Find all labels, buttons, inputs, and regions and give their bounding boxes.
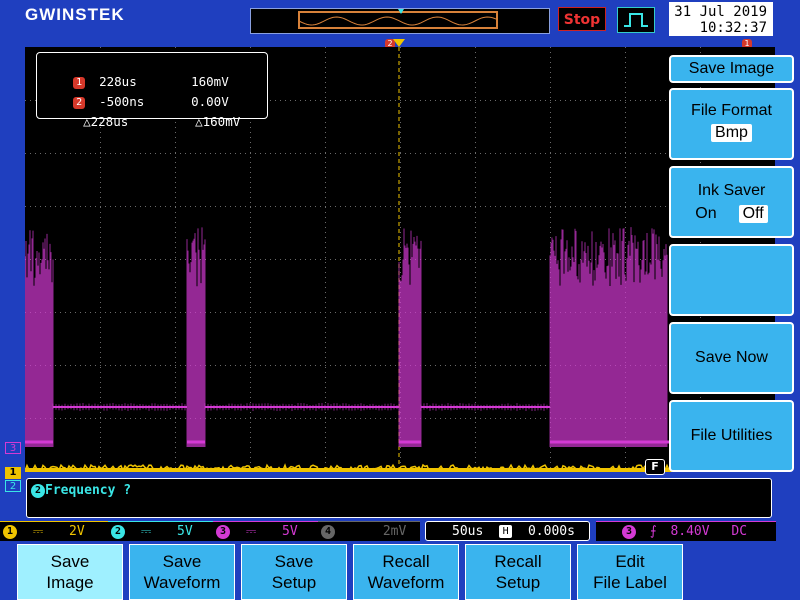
file-utilities-button[interactable]: File Utilities [669, 400, 794, 472]
save-waveform-label-line1: Save [130, 551, 234, 572]
ch2-info[interactable]: 2 ⎓ 5V [108, 521, 213, 541]
save-waveform-label-line2: Waveform [130, 572, 234, 593]
edit-file-label-label-line2: File Label [578, 572, 682, 593]
timebase-info[interactable]: 50us H 0.000s [425, 521, 590, 541]
ch3-info[interactable]: 3 ⎓ 5V [213, 521, 318, 541]
recall-waveform-softkey[interactable]: Recall Waveform [353, 544, 459, 600]
ch3-trace [25, 227, 775, 447]
brand-logo: GWINSTEK [25, 5, 125, 25]
ch4-scale: 2mV [383, 524, 406, 539]
recall-waveform-label-line1: Recall [354, 551, 458, 572]
cursor-delta-row: △228us △160mV [43, 95, 240, 113]
timebase-scale: 50us [452, 524, 483, 539]
ch2-ground-marker[interactable]: 2 [5, 480, 21, 492]
ch3-scale: 5V [282, 524, 298, 539]
frequency-channel-badge: 2 [31, 484, 45, 498]
side-menu-empty-slot [669, 244, 794, 316]
file-format-button[interactable]: File Format Bmp [669, 88, 794, 160]
trigger-level: 8.40V [670, 524, 709, 539]
clock-date: 31 Jul 2019 [669, 2, 767, 20]
horizontal-icon: H [499, 525, 512, 538]
file-format-value: Bmp [711, 124, 752, 142]
cursor-row-1: 1 228us 160mV [43, 55, 229, 73]
ch4-info[interactable]: 4 2mV [318, 521, 420, 541]
ink-saver-off: Off [739, 205, 768, 223]
cursor-delta-time: △228us [73, 113, 195, 131]
ch3-ground-marker[interactable]: 3 [5, 442, 21, 454]
recall-waveform-label-line2: Waveform [354, 572, 458, 593]
message-bar: 2 Frequency ? [26, 478, 772, 518]
save-now-button[interactable]: Save Now [669, 322, 794, 394]
save-setup-label-line1: Save [242, 551, 346, 572]
pulse-trigger-icon [617, 7, 655, 33]
ch1-badge: 1 [3, 525, 17, 539]
trigger-coupling: DC [731, 524, 747, 539]
save-image-label-line1: Save [18, 551, 122, 572]
ch2-scale: 5V [177, 524, 193, 539]
trigger-source-badge: 3 [622, 525, 636, 539]
ink-saver-on: On [695, 205, 716, 222]
ch1-info[interactable]: 1 ⎓ 2V [0, 521, 108, 541]
trigger-info[interactable]: 3 ⨍ 8.40V DC [596, 521, 776, 541]
edit-file-label-label-line1: Edit [578, 551, 682, 572]
timebase-position: 0.000s [528, 524, 575, 539]
ch1-ground-marker[interactable]: 1 [5, 467, 21, 479]
cursor-readout: 1 228us 160mV 2 -500ns 0.00V △228us △160mV [36, 52, 268, 119]
save-waveform-softkey[interactable]: Save Waveform [129, 544, 235, 600]
file-format-label: File Format [671, 102, 792, 120]
clock-time: 10:32:37 [669, 20, 767, 36]
recall-setup-softkey[interactable]: Recall Setup [465, 544, 571, 600]
frequency-readout: 2 Frequency ? [31, 483, 131, 498]
memory-overview-bar [250, 8, 550, 34]
ch1-scale: 2V [69, 524, 85, 539]
save-setup-softkey[interactable]: Save Setup [241, 544, 347, 600]
ch3-coupling: ⎓ [246, 524, 256, 539]
save-image-label-line2: Image [18, 572, 122, 593]
ch2-badge: 2 [111, 525, 125, 539]
ch4-badge: 4 [321, 525, 335, 539]
save-image-softkey[interactable]: Save Image [17, 544, 123, 600]
filter-indicator: F [645, 459, 665, 475]
overview-waveform [251, 9, 549, 33]
cursor-delta-volt: △160mV [195, 114, 240, 129]
cursor-row-2: 2 -500ns 0.00V [43, 75, 229, 93]
recall-setup-label-line2: Setup [466, 572, 570, 593]
recall-setup-label-line1: Recall [466, 551, 570, 572]
ch3-badge: 3 [216, 525, 230, 539]
side-menu-title: Save Image [669, 55, 794, 83]
clock: 31 Jul 2019 10:32:37 [669, 2, 773, 36]
ch1-coupling: ⎓ [33, 524, 43, 539]
save-setup-label-line2: Setup [242, 572, 346, 593]
ch2-coupling: ⎓ [141, 524, 151, 539]
overview-trigger-marker [398, 9, 404, 14]
ink-saver-label: Ink Saver [671, 182, 792, 200]
ink-saver-button[interactable]: Ink Saver On Off [669, 166, 794, 238]
trigger-slope-icon: ⨍ [650, 524, 657, 539]
edit-file-label-softkey[interactable]: Edit File Label [577, 544, 683, 600]
frequency-message: Frequency ? [45, 483, 131, 498]
run-stop-indicator[interactable]: Stop [558, 7, 606, 31]
